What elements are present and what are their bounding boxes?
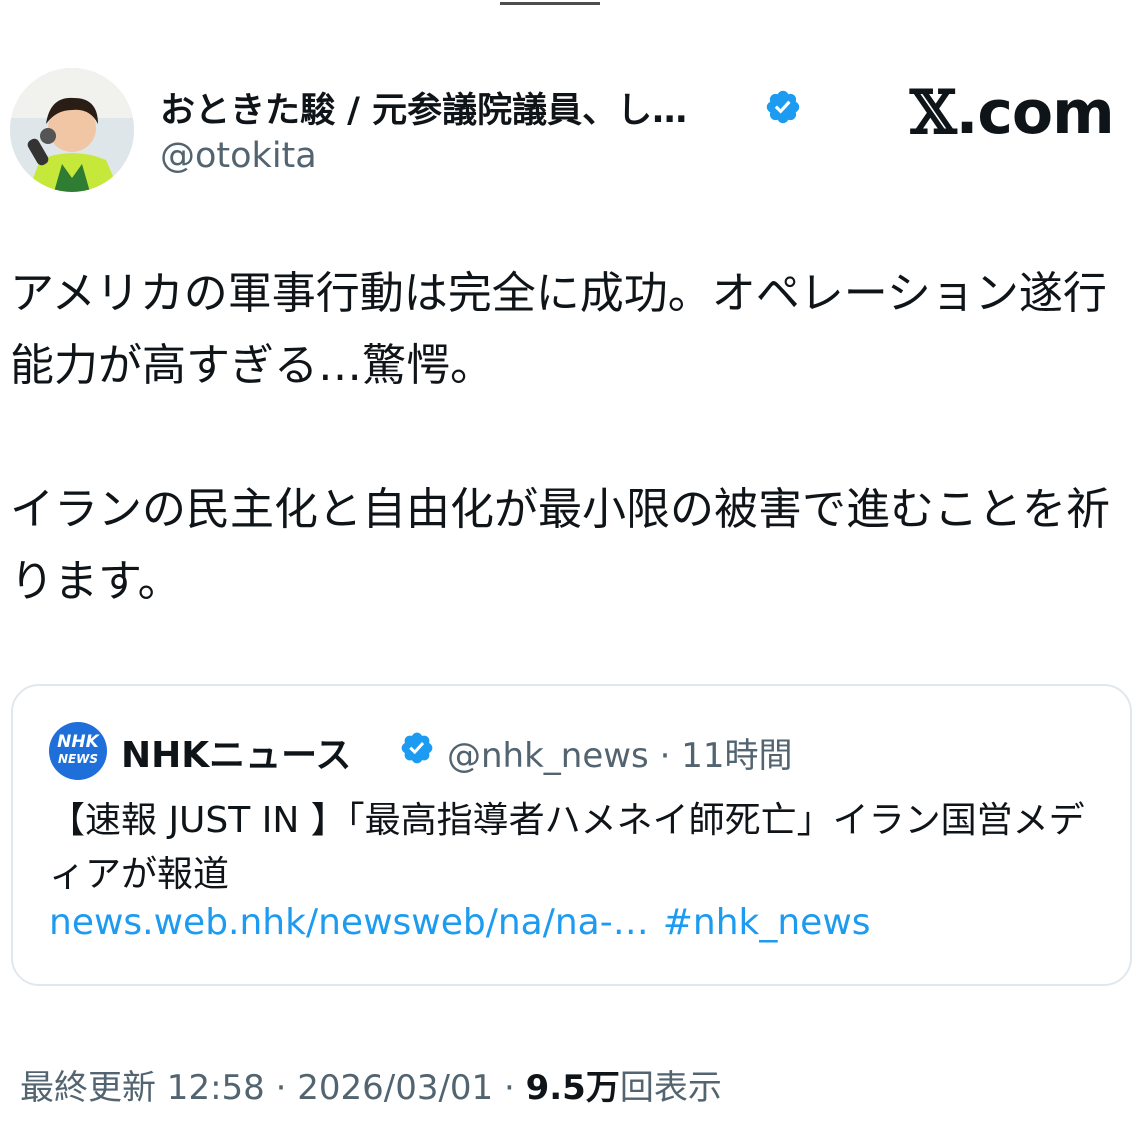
tweet-paragraph: アメリカの軍事行動は完全に成功。オペレーション遂行能力が高すぎる…驚愕。 bbox=[10, 268, 1107, 391]
verified-badge-icon bbox=[401, 732, 433, 764]
verified-badge-icon bbox=[766, 90, 800, 124]
avatar[interactable] bbox=[10, 68, 134, 192]
author-name[interactable]: おときた駿 / 元参議院議員、し… bbox=[160, 82, 687, 133]
quoted-tweet-card[interactable]: NHK NEWS NHKニュース @nhk_news · 11時間 【速報 JU… bbox=[11, 684, 1132, 986]
quoted-tweet-header: NHK NEWS NHKニュース @nhk_news · 11時間 bbox=[49, 720, 1109, 780]
quoted-tweet-links: news.web.nhk/newsweb/na/na-… #nhk_news bbox=[49, 902, 871, 943]
tweet-header: おときた駿 / 元参議院議員、し… @otokita 𝕏.com bbox=[10, 68, 1132, 198]
quoted-author-handle-time[interactable]: @nhk_news · 11時間 bbox=[447, 728, 792, 777]
x-com-logo: 𝕏.com bbox=[910, 78, 1115, 148]
tweet-meta: 最終更新 12:58 · 2026/03/01 · 9.5万回表示 bbox=[20, 1060, 722, 1109]
hashtag-link[interactable]: #nhk_news bbox=[663, 902, 871, 943]
nhk-logo-subtext: NEWS bbox=[57, 752, 99, 766]
tweet-text: アメリカの軍事行動は完全に成功。オペレーション遂行能力が高すぎる…驚愕。 イラン… bbox=[10, 258, 1140, 618]
quoted-tweet-text: 【速報 JUST IN 】「最高指導者ハメネイ師死亡」イラン国営メディアが報道 bbox=[49, 800, 1085, 895]
tweet-paragraph: イランの民主化と自由化が最小限の被害で進むことを祈ります。 bbox=[10, 484, 1110, 607]
author-handle[interactable]: @otokita bbox=[160, 136, 317, 176]
views-label: 回表示 bbox=[619, 1068, 722, 1108]
cropped-previous-content bbox=[500, 0, 600, 5]
news-link[interactable]: news.web.nhk/newsweb/na/na-… bbox=[49, 902, 649, 943]
nhk-logo-text: NHK bbox=[57, 732, 99, 752]
nhk-news-avatar[interactable]: NHK NEWS bbox=[49, 722, 107, 780]
quoted-author-name[interactable]: NHKニュース bbox=[121, 726, 351, 778]
timestamp[interactable]: 最終更新 12:58 · 2026/03/01 · bbox=[20, 1068, 515, 1108]
views-count[interactable]: 9.5万 bbox=[526, 1068, 620, 1108]
